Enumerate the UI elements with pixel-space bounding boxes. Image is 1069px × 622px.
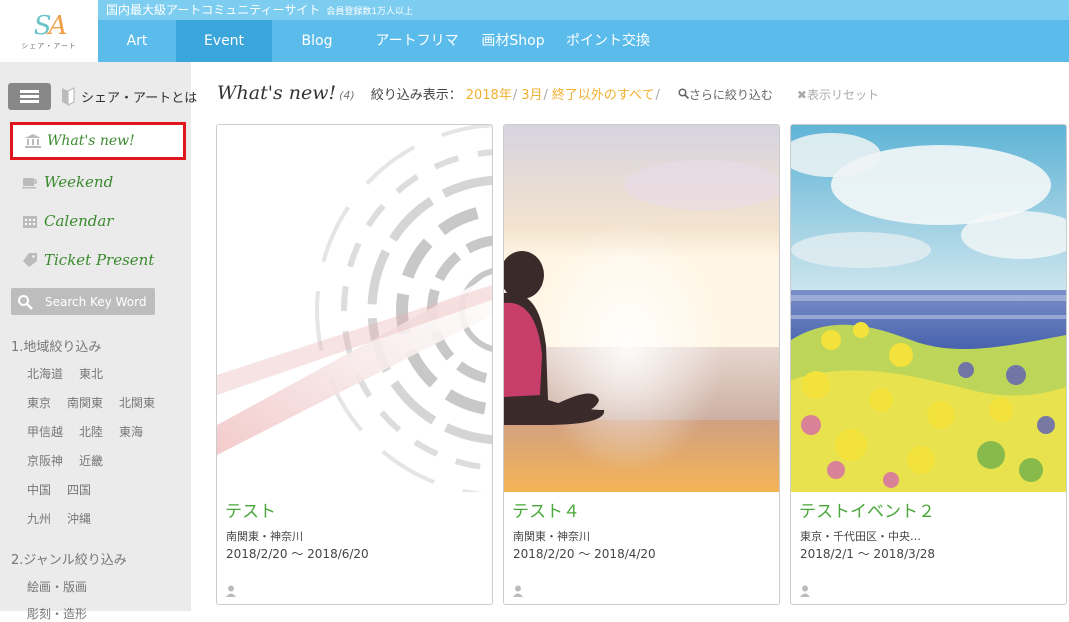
reset-label: 表示リセット bbox=[806, 88, 879, 102]
user-icon bbox=[800, 585, 810, 597]
filter-label: 絞り込み表示： bbox=[370, 88, 462, 103]
genre-filter-title: 2.ジャンル絞り込み bbox=[11, 553, 127, 568]
event-location: 南関東・神奈川 bbox=[513, 530, 590, 543]
close-icon: ✖ bbox=[796, 88, 807, 102]
event-card[interactable]: テスト４ 南関東・神奈川 2018/2/20 ～ 2018/4/20 bbox=[503, 124, 780, 605]
region-keihanshin[interactable]: 京阪神 bbox=[27, 452, 63, 469]
museum-icon bbox=[25, 134, 41, 148]
site-header: SA シェア・アート 国内最大級アートコミュニティーサイト 会員登録数1万人以上 … bbox=[0, 0, 1069, 62]
event-thumbnail-watercolor-landscape bbox=[791, 125, 1066, 492]
sidebar-item-label: Calendar bbox=[44, 212, 114, 230]
filter-year[interactable]: 2018年 bbox=[466, 84, 512, 103]
nav-art-flea-market[interactable]: アートフリマ bbox=[362, 20, 472, 62]
hamburger-menu-button[interactable] bbox=[8, 83, 51, 110]
event-thumbnail-beach-meditation bbox=[504, 125, 779, 492]
sidebar-item-weekend[interactable]: Weekend bbox=[10, 163, 186, 201]
region-chugoku[interactable]: 中国 bbox=[27, 481, 51, 498]
nav-blog[interactable]: Blog bbox=[272, 20, 362, 62]
event-card[interactable]: テスト 南関東・神奈川 2018/2/20 ～ 2018/6/20 bbox=[216, 124, 493, 605]
region-kinki[interactable]: 近畿 bbox=[79, 452, 103, 469]
user-icon bbox=[513, 585, 523, 597]
filter-bar: What's new! (4) 絞り込み表示： 2018年/ 3月 / 終了以外の… bbox=[217, 82, 879, 104]
nav-event[interactable]: Event bbox=[176, 20, 272, 62]
nav-art[interactable]: Art bbox=[98, 20, 176, 62]
sidebar: シェア・アートとは What's new! Weekend Calendar T… bbox=[0, 62, 197, 621]
sidebar-item-label: Ticket Present bbox=[44, 251, 155, 269]
narrow-search-link[interactable]: さらに絞り込む bbox=[678, 86, 773, 103]
main-content: What's new! (4) 絞り込み表示： 2018年/ 3月 / 終了以外の… bbox=[191, 62, 1069, 611]
logo-subtitle: シェア・アート bbox=[21, 42, 77, 50]
sidebar-item-ticket-present[interactable]: Ticket Present bbox=[10, 241, 186, 279]
search-placeholder: Search Key Word bbox=[45, 294, 147, 309]
about-link[interactable]: シェア・アートとは bbox=[81, 87, 197, 106]
sidebar-item-calendar[interactable]: Calendar bbox=[10, 202, 186, 240]
ticket-icon bbox=[22, 253, 38, 267]
nav-art-supply-shop[interactable]: 画材Shop bbox=[472, 20, 554, 62]
event-thumbnail-abstract bbox=[217, 125, 492, 492]
region-tohoku[interactable]: 東北 bbox=[79, 365, 103, 382]
region-kyushu[interactable]: 九州 bbox=[27, 510, 51, 527]
region-hokuriku[interactable]: 北陸 bbox=[79, 423, 103, 440]
search-icon bbox=[678, 88, 690, 100]
site-logo[interactable]: SA シェア・アート bbox=[0, 0, 98, 62]
sidebar-item-label: What's new! bbox=[47, 133, 135, 149]
region-shikoku[interactable]: 四国 bbox=[67, 481, 91, 498]
header-tagline-bar: 国内最大級アートコミュニティーサイト 会員登録数1万人以上 bbox=[98, 0, 1069, 20]
nav-point-exchange[interactable]: ポイント交換 bbox=[554, 20, 662, 62]
event-card[interactable]: テストイベント２ 東京・千代田区・中央… 2018/2/1 ～ 2018/3/2… bbox=[790, 124, 1067, 605]
cup-icon bbox=[22, 175, 38, 189]
event-location: 南関東・神奈川 bbox=[226, 530, 303, 543]
reset-display-link[interactable]: ✖表示リセット bbox=[797, 86, 879, 103]
main-nav: Art Event Blog アートフリマ 画材Shop ポイント交換 bbox=[98, 20, 1069, 62]
member-count-note: 会員登録数1万人以上 bbox=[326, 7, 414, 17]
search-icon bbox=[18, 294, 33, 310]
region-tokai[interactable]: 東海 bbox=[119, 423, 143, 440]
book-icon bbox=[62, 87, 75, 106]
site-tagline: 国内最大級アートコミュニティーサイト bbox=[106, 3, 321, 17]
event-title[interactable]: テスト bbox=[225, 497, 276, 522]
event-dates: 2018/2/20 ～ 2018/6/20 bbox=[226, 547, 369, 561]
event-title[interactable]: テストイベント２ bbox=[799, 497, 935, 522]
genre-sculpture[interactable]: 彫刻・造形 bbox=[27, 605, 87, 622]
region-koshinetsu[interactable]: 甲信越 bbox=[27, 423, 63, 440]
filter-year-number: 2018 bbox=[465, 88, 499, 103]
event-title[interactable]: テスト４ bbox=[512, 497, 580, 522]
sidebar-item-label: Weekend bbox=[44, 173, 114, 191]
event-dates: 2018/2/1 ～ 2018/3/28 bbox=[800, 547, 936, 561]
region-filter-title: 1.地域絞り込み bbox=[11, 340, 102, 355]
keyword-search-input[interactable]: Search Key Word bbox=[11, 288, 155, 315]
sidebar-item-whats-new[interactable]: What's new! bbox=[10, 122, 186, 160]
event-location: 東京・千代田区・中央… bbox=[800, 530, 921, 543]
user-icon bbox=[226, 585, 236, 597]
logo-letter-a: A bbox=[48, 11, 68, 41]
filter-year-unit: 年 bbox=[498, 88, 512, 103]
region-okinawa[interactable]: 沖縄 bbox=[67, 510, 91, 527]
page-title: What's new! bbox=[217, 82, 337, 104]
filter-status[interactable]: 終了以外のすべて bbox=[552, 84, 655, 103]
calendar-icon bbox=[22, 214, 38, 228]
result-count: (4) bbox=[339, 89, 355, 102]
event-dates: 2018/2/20 ～ 2018/4/20 bbox=[513, 547, 656, 561]
region-tokyo[interactable]: 東京 bbox=[27, 394, 51, 411]
logo-letter-s: S bbox=[33, 11, 52, 41]
filter-month[interactable]: 3月 bbox=[521, 84, 542, 103]
narrow-search-label: さらに絞り込む bbox=[688, 88, 773, 102]
genre-painting-print[interactable]: 絵画・版画 bbox=[27, 578, 87, 595]
region-kita-kanto[interactable]: 北関東 bbox=[119, 394, 155, 411]
region-minami-kanto[interactable]: 南関東 bbox=[67, 394, 103, 411]
region-hokkaido[interactable]: 北海道 bbox=[27, 365, 63, 382]
